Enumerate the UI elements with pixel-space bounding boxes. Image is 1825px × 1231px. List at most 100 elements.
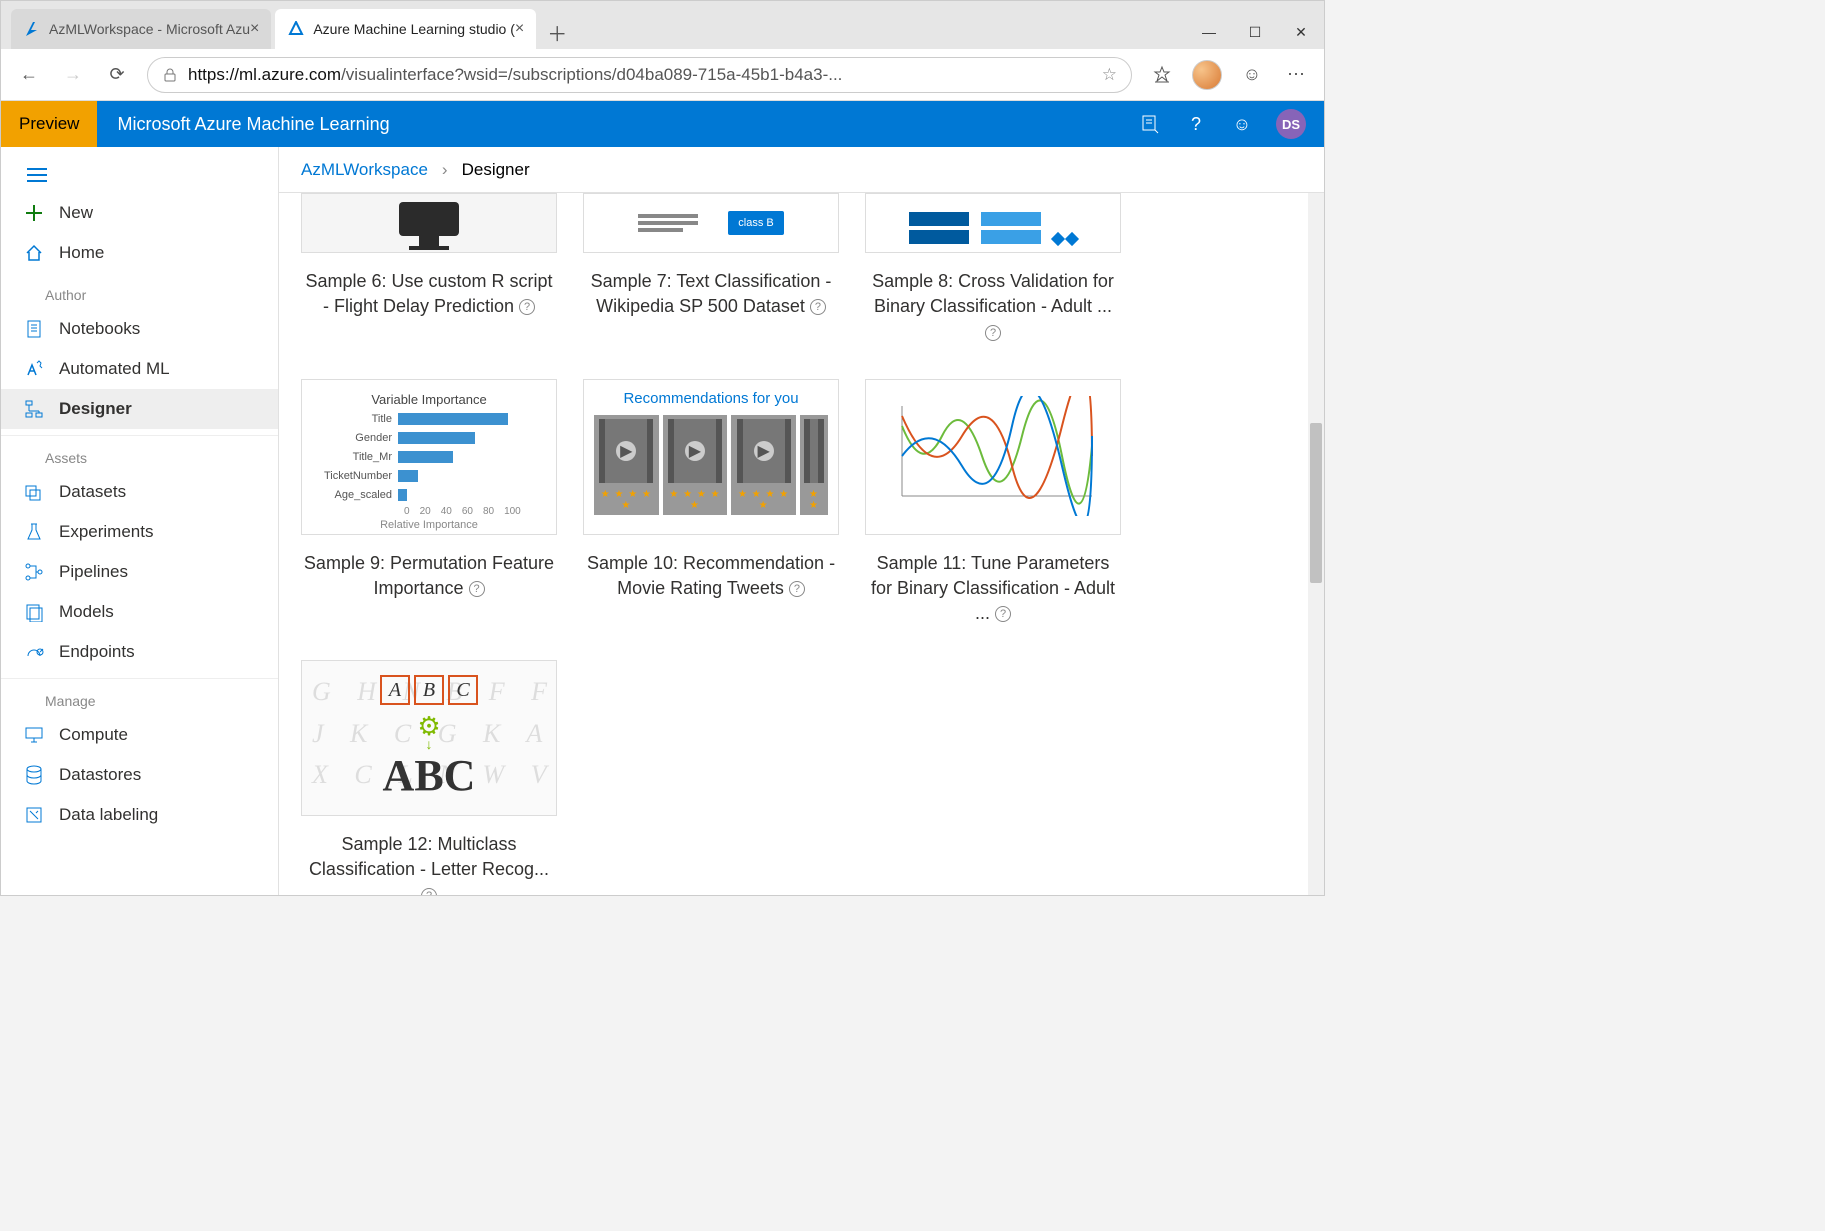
refresh-button[interactable]: ⟳ [103, 61, 131, 89]
info-icon[interactable]: ? [421, 888, 437, 895]
tab-title: AzMLWorkspace - Microsoft Azu [49, 21, 250, 37]
sample-card[interactable]: Variable Importance TitleGenderTitle_MrT… [301, 379, 557, 627]
content-scroll[interactable]: Sample 6: Use custom R script - Flight D… [279, 193, 1324, 895]
sidebar-label: Pipelines [59, 562, 128, 582]
sidebar-label: Home [59, 243, 104, 263]
sidebar-item-models[interactable]: Models [1, 592, 278, 632]
labeling-icon [23, 804, 45, 826]
help-icon[interactable]: ? [1184, 112, 1208, 136]
feedback-smile-icon[interactable]: ☺ [1238, 61, 1266, 89]
sample-card[interactable]: Recommendations for you ▶★ ★ ★ ★ ★ ▶★ ★ … [583, 379, 839, 627]
sidebar-label: Designer [59, 399, 132, 419]
back-button[interactable]: ← [15, 61, 43, 89]
home-icon [23, 242, 45, 264]
aml-icon [287, 20, 305, 38]
sidebar-section-author: Author [1, 273, 278, 309]
chevron-right-icon: › [442, 160, 448, 180]
sidebar-item-datastores[interactable]: Datastores [1, 755, 278, 795]
sidebar-label: Datastores [59, 765, 141, 785]
sidebar-item-datasets[interactable]: Datasets [1, 472, 278, 512]
gear-icon: ⚙↓ [417, 711, 440, 752]
hamburger-button[interactable] [1, 157, 278, 193]
info-icon[interactable]: ? [985, 325, 1001, 341]
card-title: Sample 10: Recommendation - Movie Rating… [583, 551, 839, 601]
sidebar-item-home[interactable]: Home [1, 233, 278, 273]
card-title: Sample 8: Cross Validation for Binary Cl… [865, 269, 1121, 345]
card-title: Sample 9: Permutation Feature Importance… [301, 551, 557, 601]
app-header: Preview Microsoft Azure Machine Learning… [1, 101, 1324, 147]
info-icon[interactable]: ? [469, 581, 485, 597]
info-icon[interactable]: ? [789, 581, 805, 597]
breadcrumb-workspace-link[interactable]: AzMLWorkspace [301, 160, 428, 180]
notebook-icon [23, 318, 45, 340]
class-badge: class B [728, 211, 783, 235]
sidebar: New Home Author Notebooks Automated ML D… [1, 147, 279, 895]
address-bar[interactable]: https://ml.azure.com/visualinterface?wsi… [147, 57, 1132, 93]
lock-icon [162, 67, 178, 83]
sidebar-item-compute[interactable]: Compute [1, 715, 278, 755]
sidebar-item-notebooks[interactable]: Notebooks [1, 309, 278, 349]
tune-parameters-chart [866, 380, 1120, 534]
models-icon [23, 601, 45, 623]
recommendation-preview: Recommendations for you ▶★ ★ ★ ★ ★ ▶★ ★ … [584, 380, 838, 534]
close-window-button[interactable]: ✕ [1278, 15, 1324, 49]
sidebar-section-assets: Assets [1, 435, 278, 472]
scrollbar-track[interactable] [1308, 193, 1324, 895]
sample-card[interactable]: Sample 11: Tune Parameters for Binary Cl… [865, 379, 1121, 627]
maximize-button[interactable]: ☐ [1232, 15, 1278, 49]
profile-avatar[interactable] [1192, 60, 1222, 90]
close-icon[interactable]: × [515, 20, 524, 38]
info-icon[interactable]: ? [810, 299, 826, 315]
sidebar-item-automated-ml[interactable]: Automated ML [1, 349, 278, 389]
sidebar-label: Endpoints [59, 642, 135, 662]
sidebar-section-manage: Manage [1, 678, 278, 715]
sidebar-item-endpoints[interactable]: Endpoints [1, 632, 278, 672]
sample-card[interactable]: Sample 6: Use custom R script - Flight D… [301, 193, 557, 345]
card-thumbnail [865, 379, 1121, 535]
sidebar-item-pipelines[interactable]: Pipelines [1, 552, 278, 592]
info-icon[interactable]: ? [995, 606, 1011, 622]
sidebar-label: Notebooks [59, 319, 140, 339]
sample-card[interactable]: class B Sample 7: Text Classification - … [583, 193, 839, 345]
browser-tab[interactable]: Azure Machine Learning studio ( × [275, 9, 536, 49]
sidebar-label: Compute [59, 725, 128, 745]
sidebar-item-designer[interactable]: Designer [1, 389, 278, 429]
app-brand: Microsoft Azure Machine Learning [97, 114, 389, 135]
info-icon[interactable]: ? [519, 299, 535, 315]
letter-recognition-preview: ABC ⚙↓ ABC [302, 661, 556, 815]
pipeline-icon [23, 561, 45, 583]
preview-badge: Preview [1, 101, 97, 147]
sidebar-item-experiments[interactable]: Experiments [1, 512, 278, 552]
user-badge[interactable]: DS [1276, 109, 1306, 139]
breadcrumb: AzMLWorkspace › Designer [279, 147, 1324, 193]
new-tab-button[interactable]: ＋ [540, 15, 574, 49]
browser-tab[interactable]: AzMLWorkspace - Microsoft Azu × [11, 9, 271, 49]
datasets-icon [23, 481, 45, 503]
more-button[interactable]: ⋯ [1282, 61, 1310, 89]
main: AzMLWorkspace › Designer Sample [279, 147, 1324, 895]
automl-icon [23, 358, 45, 380]
browser-toolbar: ← → ⟳ https://ml.azure.com/visualinterfa… [1, 49, 1324, 101]
smile-icon[interactable]: ☺ [1230, 112, 1254, 136]
favorites-button[interactable] [1148, 61, 1176, 89]
sample-card[interactable]: ABC ⚙↓ ABC Sample 12: Multiclass Classif… [301, 660, 557, 895]
card-title: Sample 6: Use custom R script - Flight D… [301, 269, 557, 319]
form-icon[interactable] [1138, 112, 1162, 136]
breadcrumb-current: Designer [462, 160, 530, 180]
close-icon[interactable]: × [250, 20, 259, 38]
forward-button[interactable]: → [59, 61, 87, 89]
minimize-button[interactable]: — [1186, 15, 1232, 49]
card-thumbnail: ABC ⚙↓ ABC [301, 660, 557, 816]
sidebar-label: New [59, 203, 93, 223]
scrollbar-thumb[interactable] [1310, 423, 1322, 583]
datastore-icon [23, 764, 45, 786]
sidebar-item-new[interactable]: New [1, 193, 278, 233]
sidebar-label: Datasets [59, 482, 126, 502]
card-title: Sample 7: Text Classification - Wikipedi… [583, 269, 839, 319]
star-icon[interactable]: ☆ [1102, 65, 1117, 85]
flask-icon [23, 521, 45, 543]
endpoints-icon [23, 641, 45, 663]
sidebar-item-data-labeling[interactable]: Data labeling [1, 795, 278, 835]
sample-card[interactable]: Sample 8: Cross Validation for Binary Cl… [865, 193, 1121, 345]
window-controls: — ☐ ✕ [1186, 15, 1324, 49]
